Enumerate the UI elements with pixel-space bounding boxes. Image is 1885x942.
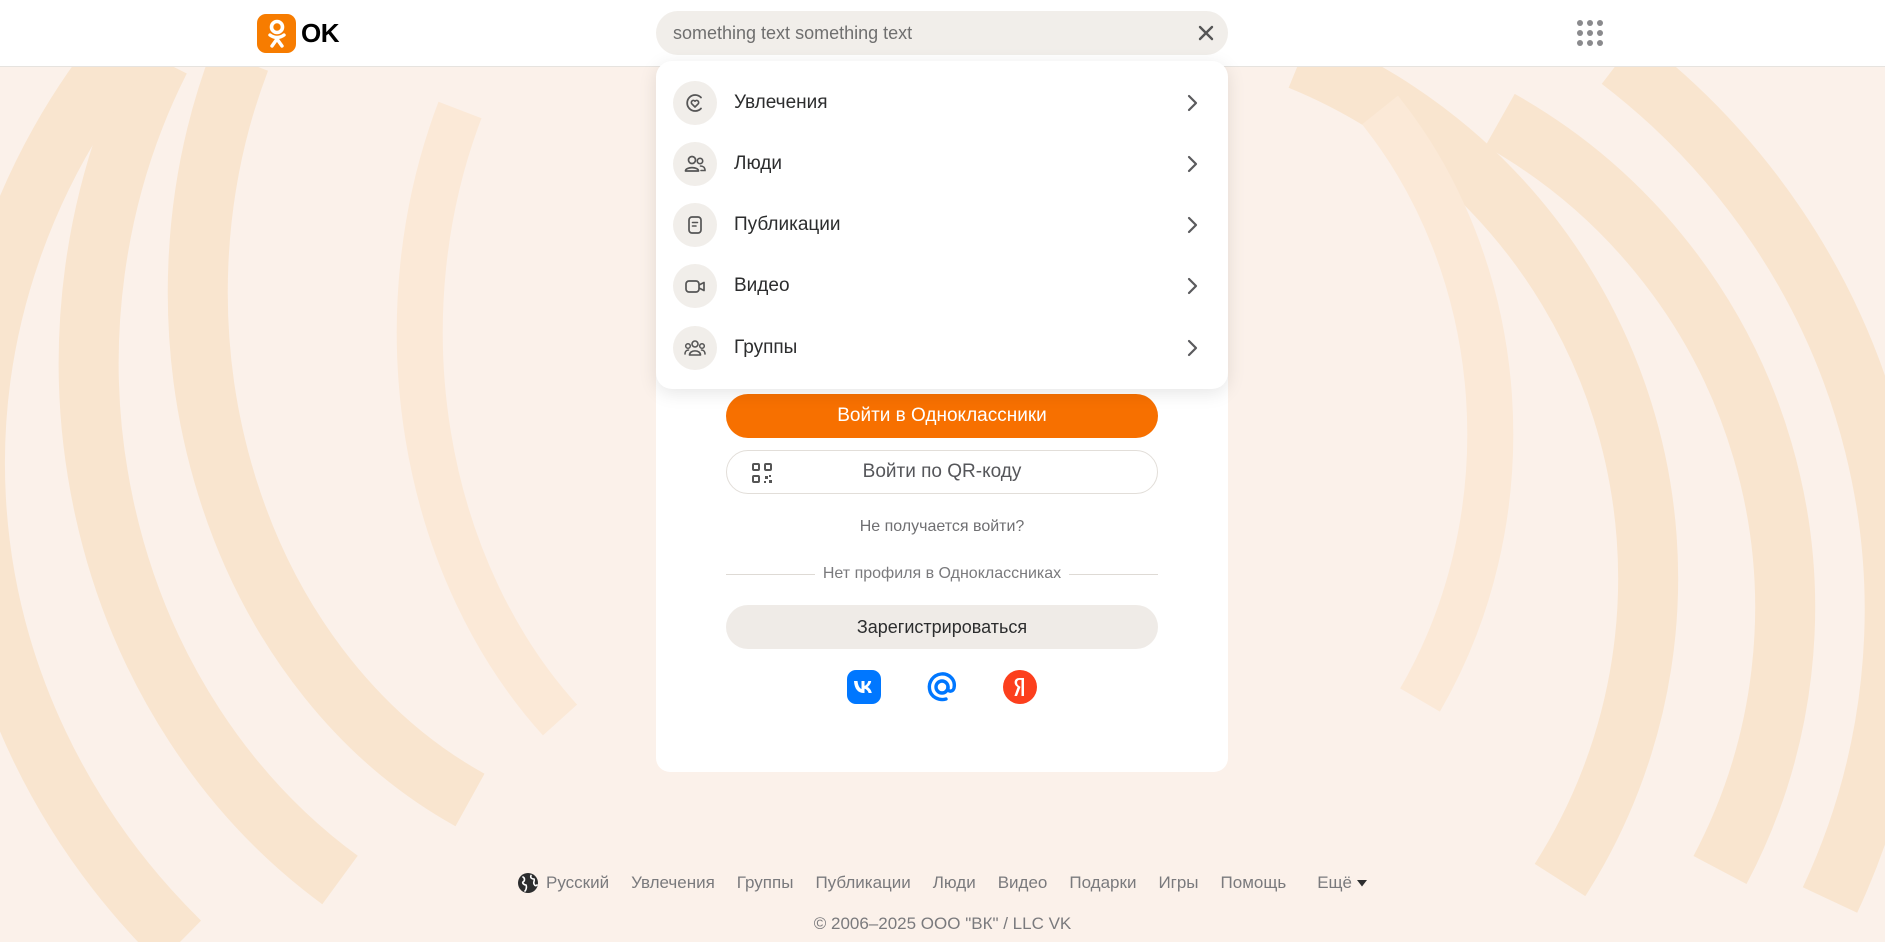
video-icon <box>673 263 717 308</box>
login-button[interactable]: Войти в Одноклассники <box>726 394 1158 438</box>
ok-logo-text: OK <box>301 18 340 48</box>
yandex-icon <box>1003 670 1037 704</box>
ok-logo-icon <box>257 14 296 53</box>
dropdown-item-label: Группы <box>734 336 798 358</box>
chevron-right-icon <box>1187 216 1198 233</box>
footer-link-games[interactable]: Игры <box>1158 873 1198 893</box>
dropdown-item-groups[interactable]: Группы <box>656 317 1228 378</box>
no-profile-divider: Нет профиля в Одноклассниках <box>726 565 1158 583</box>
footer-link-help[interactable]: Помощь <box>1221 873 1287 893</box>
publications-icon <box>673 202 717 247</box>
vk-icon <box>847 670 881 704</box>
chevron-right-icon <box>1187 94 1198 111</box>
divider-line <box>726 573 815 575</box>
dropdown-item-label: Люди <box>734 152 783 174</box>
footer-link-gifts[interactable]: Подарки <box>1069 873 1136 893</box>
background-arc <box>396 101 578 736</box>
dropdown-item-video[interactable]: Видео <box>656 255 1228 316</box>
footer-link-video[interactable]: Видео <box>998 873 1048 893</box>
dropdown-item-hobbies[interactable]: Увлечения <box>656 72 1228 133</box>
globe-icon <box>518 873 539 893</box>
chevron-right-icon <box>1187 277 1198 294</box>
qr-login-button[interactable]: Войти по QR-коду <box>726 450 1158 494</box>
top-header: OK <box>0 0 1885 67</box>
ok-logo[interactable]: OK <box>257 14 340 53</box>
footer-link-hobbies[interactable]: Увлечения <box>631 873 715 893</box>
chevron-right-icon <box>1187 339 1198 356</box>
qr-login-label: Войти по QR-коду <box>862 461 1022 482</box>
divider-line <box>1069 573 1158 575</box>
footer-link-publications[interactable]: Публикации <box>815 873 910 893</box>
language-selector[interactable]: Русский <box>517 872 609 894</box>
dropdown-item-label: Публикации <box>734 213 841 235</box>
groups-icon <box>673 325 717 370</box>
no-profile-text: Нет профиля в Одноклассниках <box>822 565 1062 582</box>
vk-login-button[interactable] <box>847 670 881 704</box>
register-button[interactable]: Зарегистрироваться <box>726 605 1158 649</box>
dropdown-item-publications[interactable]: Публикации <box>656 194 1228 255</box>
close-icon <box>1198 25 1214 41</box>
footer-more-label: Ещё <box>1317 873 1352 892</box>
search-category-dropdown: Увлечения Люди Публикации Видео Группы <box>656 61 1228 389</box>
dropdown-item-label: Видео <box>734 274 790 296</box>
apps-grid-icon <box>1577 20 1603 46</box>
chevron-right-icon <box>1187 155 1198 172</box>
caret-down-icon <box>1356 880 1367 887</box>
footer-more-button[interactable]: Ещё <box>1317 873 1368 893</box>
dropdown-item-people[interactable]: Люди <box>656 133 1228 194</box>
search-input[interactable] <box>656 11 1184 55</box>
language-label: Русский <box>546 873 610 892</box>
search-box <box>656 11 1228 55</box>
apps-menu-button[interactable] <box>1574 18 1606 50</box>
dropdown-item-label: Увлечения <box>734 91 828 113</box>
qr-code-icon <box>752 463 772 483</box>
footer-link-groups[interactable]: Группы <box>737 873 794 893</box>
footer-links: Русский Увлечения Группы Публикации Люди… <box>517 872 1368 894</box>
trouble-login-link[interactable]: Не получается войти? <box>656 518 1228 536</box>
people-icon <box>673 141 717 186</box>
clear-search-button[interactable] <box>1184 11 1228 55</box>
mail-icon <box>927 672 956 702</box>
yandex-login-button[interactable] <box>1003 670 1037 704</box>
copyright-text: © 2006–2025 ООО "ВК" / LLC VK <box>813 914 1072 933</box>
footer-link-people[interactable]: Люди <box>933 873 976 893</box>
footer: Русский Увлечения Группы Публикации Люди… <box>0 872 1885 894</box>
mail-login-button[interactable] <box>925 670 959 704</box>
hobbies-icon <box>673 80 717 125</box>
social-login-row <box>656 670 1228 704</box>
